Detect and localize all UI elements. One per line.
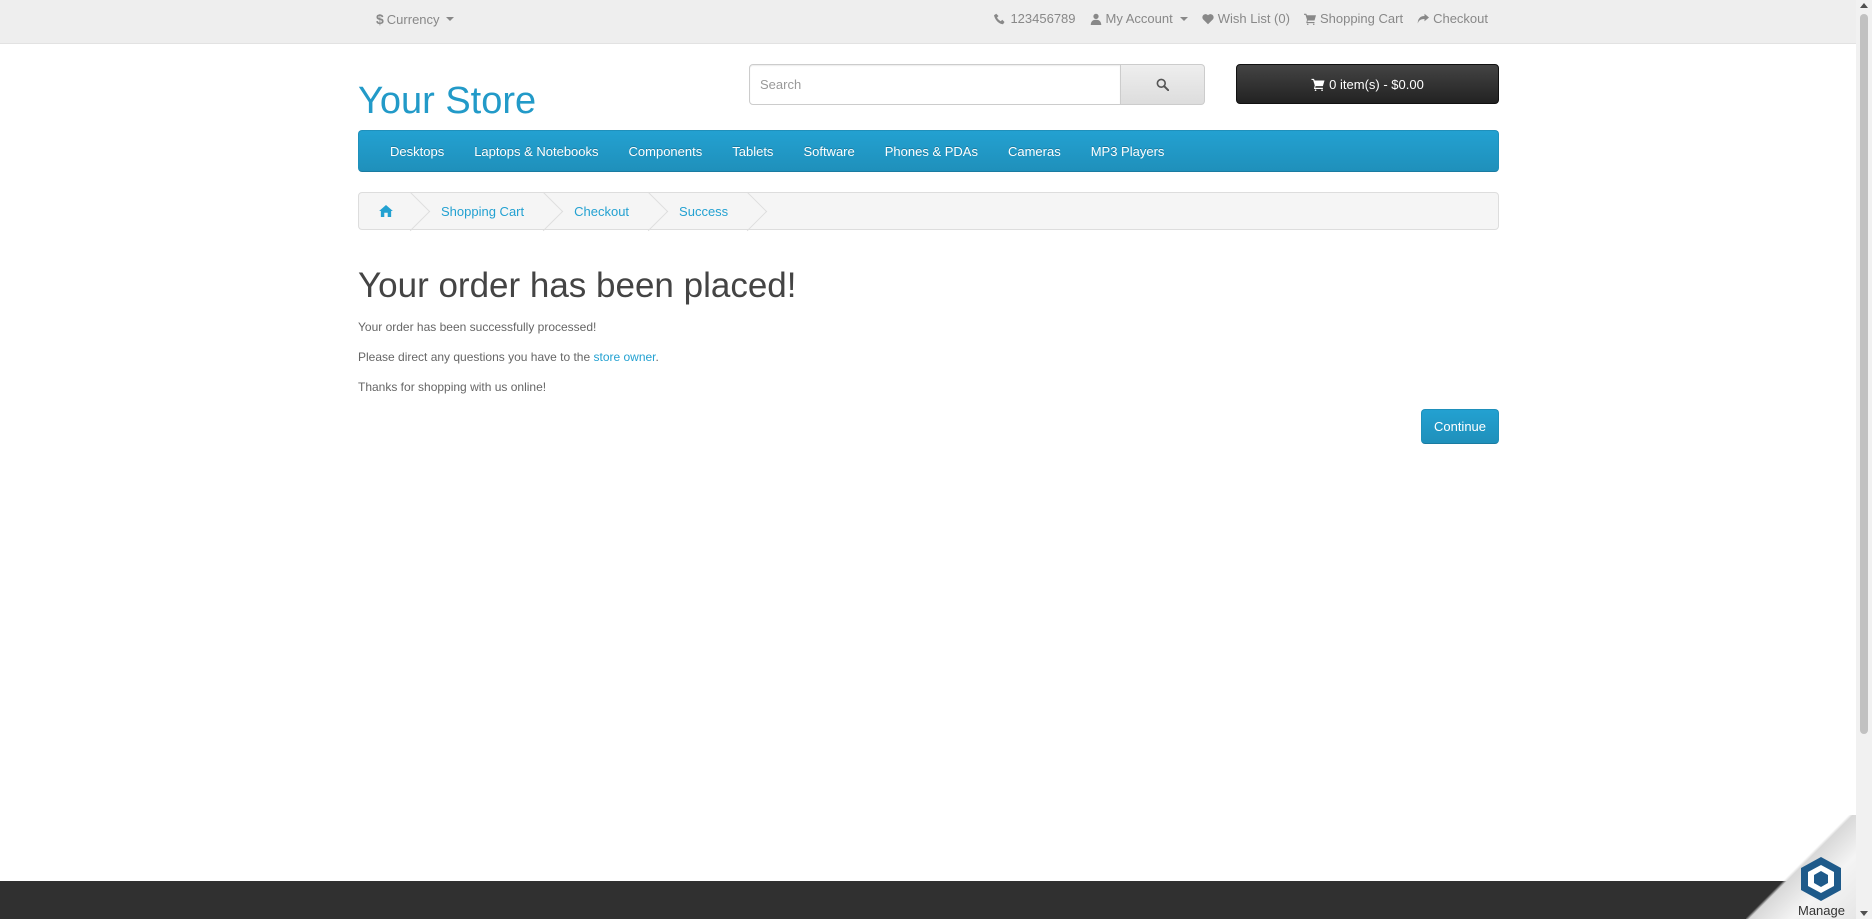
my-account-label: My Account bbox=[1105, 11, 1173, 26]
page-title: Your order has been placed! bbox=[358, 266, 797, 305]
currency-label: Currency bbox=[386, 11, 440, 27]
heart-icon bbox=[1202, 13, 1214, 24]
footer bbox=[0, 881, 1856, 919]
wish-list-link[interactable]: Wish List (0) bbox=[1202, 11, 1290, 26]
breadcrumb-checkout[interactable]: Checkout bbox=[544, 193, 649, 229]
questions-text: Please direct any questions you have to … bbox=[358, 350, 594, 364]
search-box bbox=[749, 64, 1205, 105]
caret-down-icon bbox=[1179, 16, 1188, 21]
questions-message: Please direct any questions you have to … bbox=[358, 350, 659, 364]
main-menu: Desktops Laptops & Notebooks Components … bbox=[358, 130, 1499, 172]
menu-item-desktops[interactable]: Desktops bbox=[375, 144, 459, 159]
cart-icon bbox=[1303, 13, 1316, 25]
store-logo[interactable]: Your Store bbox=[358, 80, 536, 123]
menu-item-components[interactable]: Components bbox=[614, 144, 718, 159]
success-message: Your order has been successfully process… bbox=[358, 320, 597, 334]
scroll-up-icon[interactable] bbox=[1860, 3, 1868, 8]
currency-dropdown[interactable]: $ Currency bbox=[376, 11, 454, 27]
scrollbar-thumb[interactable] bbox=[1860, 14, 1868, 734]
phone-number: 123456789 bbox=[1010, 11, 1076, 26]
top-links: 123456789 My Account Wish List (0) Shopp… bbox=[994, 11, 1488, 26]
menu-item-cameras[interactable]: Cameras bbox=[993, 144, 1076, 159]
checkout-label: Checkout bbox=[1433, 11, 1488, 26]
manage-widget[interactable]: Manage bbox=[1746, 815, 1856, 919]
search-button[interactable] bbox=[1121, 64, 1205, 105]
checkout-link[interactable]: Checkout bbox=[1417, 11, 1488, 26]
home-icon bbox=[379, 205, 393, 217]
breadcrumb-success[interactable]: Success bbox=[649, 193, 748, 229]
share-icon bbox=[1417, 13, 1430, 23]
search-icon bbox=[1156, 78, 1169, 91]
my-account-link[interactable]: My Account bbox=[1090, 11, 1188, 26]
menu-item-tablets[interactable]: Tablets bbox=[717, 144, 788, 159]
thanks-message: Thanks for shopping with us online! bbox=[358, 380, 547, 394]
questions-period: . bbox=[655, 350, 659, 364]
manage-label: Manage bbox=[1798, 903, 1845, 918]
menu-item-laptops[interactable]: Laptops & Notebooks bbox=[459, 144, 613, 159]
shopping-cart-link[interactable]: Shopping Cart bbox=[1303, 11, 1404, 26]
menu-item-mp3[interactable]: MP3 Players bbox=[1076, 144, 1180, 159]
top-bar: $ Currency 123456789 My Account Wish Lis… bbox=[0, 0, 1856, 44]
breadcrumb-home[interactable] bbox=[359, 193, 411, 229]
scroll-down-icon[interactable] bbox=[1860, 911, 1868, 916]
cart-button[interactable]: 0 item(s) - $0.00 bbox=[1236, 64, 1499, 104]
wish-list-label: Wish List (0) bbox=[1217, 11, 1290, 26]
currency-symbol: $ bbox=[376, 11, 384, 27]
menu-item-phones[interactable]: Phones & PDAs bbox=[870, 144, 993, 159]
phone-link[interactable]: 123456789 bbox=[994, 11, 1076, 26]
search-input[interactable] bbox=[749, 64, 1121, 105]
bitnami-logo-icon bbox=[1801, 857, 1841, 901]
phone-icon bbox=[994, 13, 1005, 24]
cart-icon bbox=[1311, 78, 1325, 91]
breadcrumb-shopping-cart[interactable]: Shopping Cart bbox=[411, 193, 544, 229]
scrollbar[interactable] bbox=[1856, 0, 1872, 919]
store-owner-link[interactable]: store owner bbox=[593, 350, 655, 364]
breadcrumb: Shopping Cart Checkout Success bbox=[358, 192, 1499, 230]
menu-item-software[interactable]: Software bbox=[788, 144, 869, 159]
cart-summary: 0 item(s) - $0.00 bbox=[1329, 76, 1424, 92]
user-icon bbox=[1090, 13, 1101, 25]
shopping-cart-label: Shopping Cart bbox=[1319, 11, 1404, 26]
continue-button[interactable]: Continue bbox=[1421, 409, 1499, 444]
caret-down-icon bbox=[445, 17, 454, 21]
